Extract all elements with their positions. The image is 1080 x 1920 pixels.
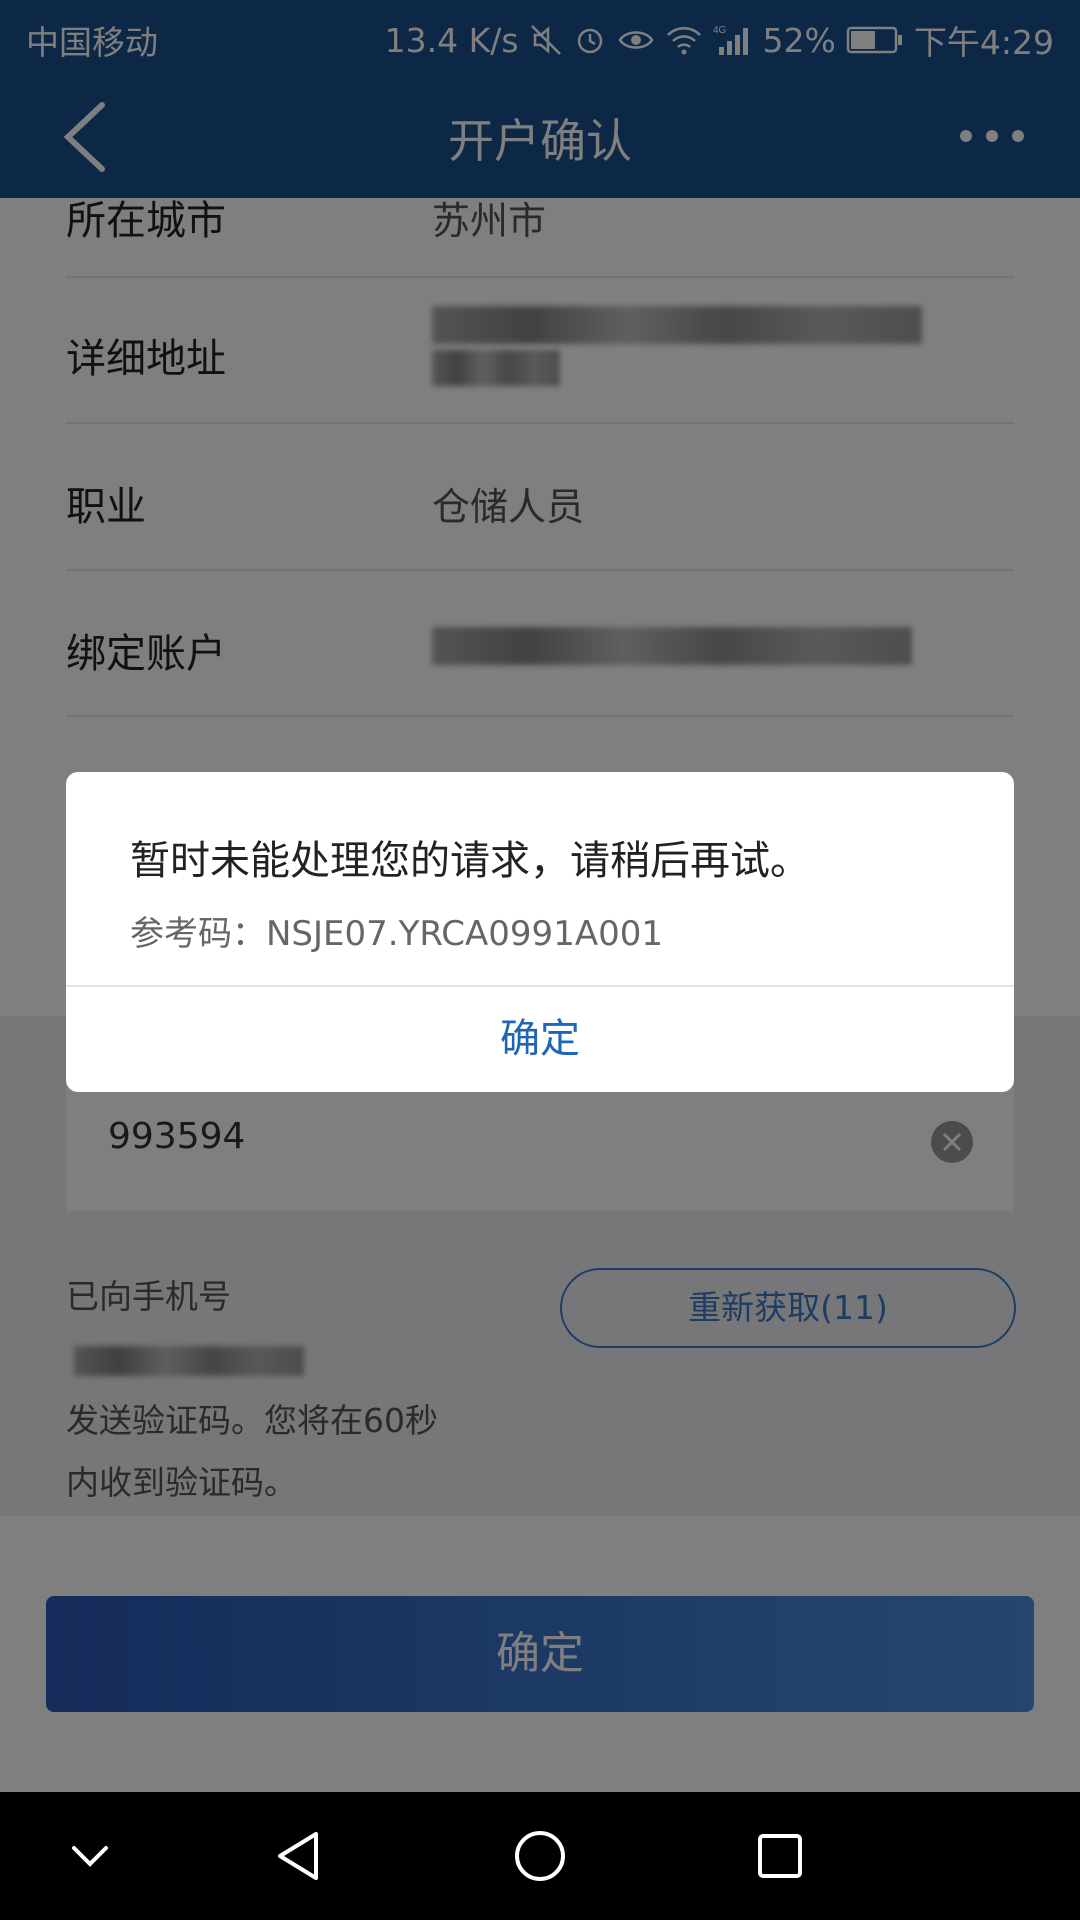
nav-back-icon[interactable] bbox=[270, 1826, 330, 1886]
dialog-reference-code: 参考码：NSJE07.YRCA0991A001 bbox=[130, 914, 663, 954]
nav-home-icon[interactable] bbox=[510, 1826, 570, 1886]
nav-recents-icon[interactable] bbox=[750, 1826, 810, 1886]
error-dialog: 暂时未能处理您的请求，请稍后再试。 参考码：NSJE07.YRCA0991A00… bbox=[66, 772, 1014, 1092]
nav-down-icon[interactable] bbox=[60, 1826, 120, 1886]
dialog-message: 暂时未能处理您的请求，请稍后再试。 bbox=[130, 838, 810, 884]
system-navigation-bar bbox=[0, 1792, 1080, 1920]
dialog-ok-button[interactable]: 确定 bbox=[66, 987, 1014, 1092]
